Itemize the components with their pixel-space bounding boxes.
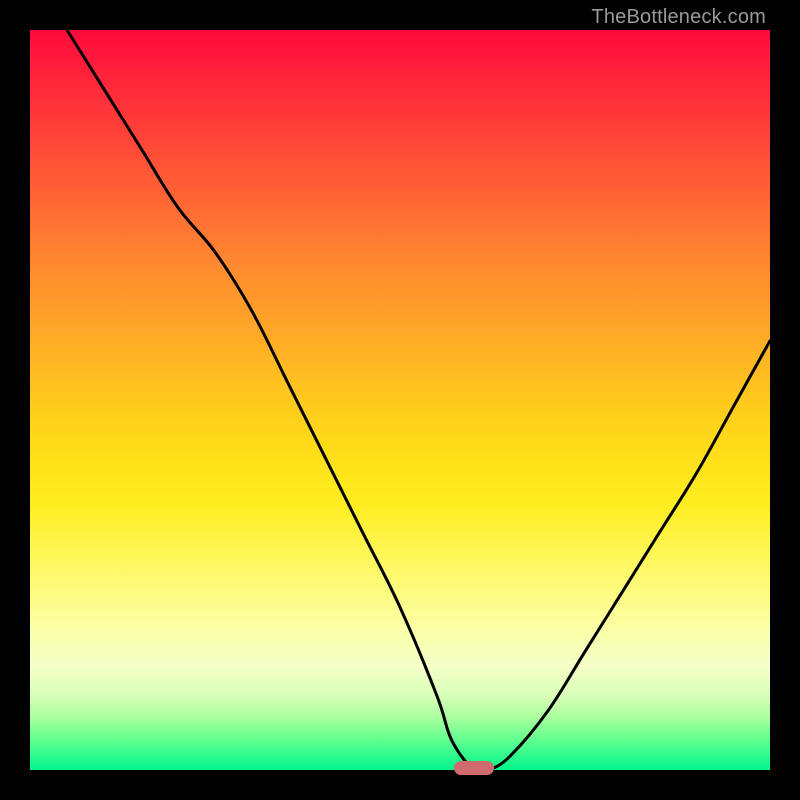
chart-frame: TheBottleneck.com bbox=[0, 0, 800, 800]
bottleneck-curve bbox=[30, 30, 770, 770]
optimum-marker bbox=[454, 761, 495, 775]
watermark-text: TheBottleneck.com bbox=[591, 6, 766, 29]
plot-area bbox=[30, 30, 770, 770]
